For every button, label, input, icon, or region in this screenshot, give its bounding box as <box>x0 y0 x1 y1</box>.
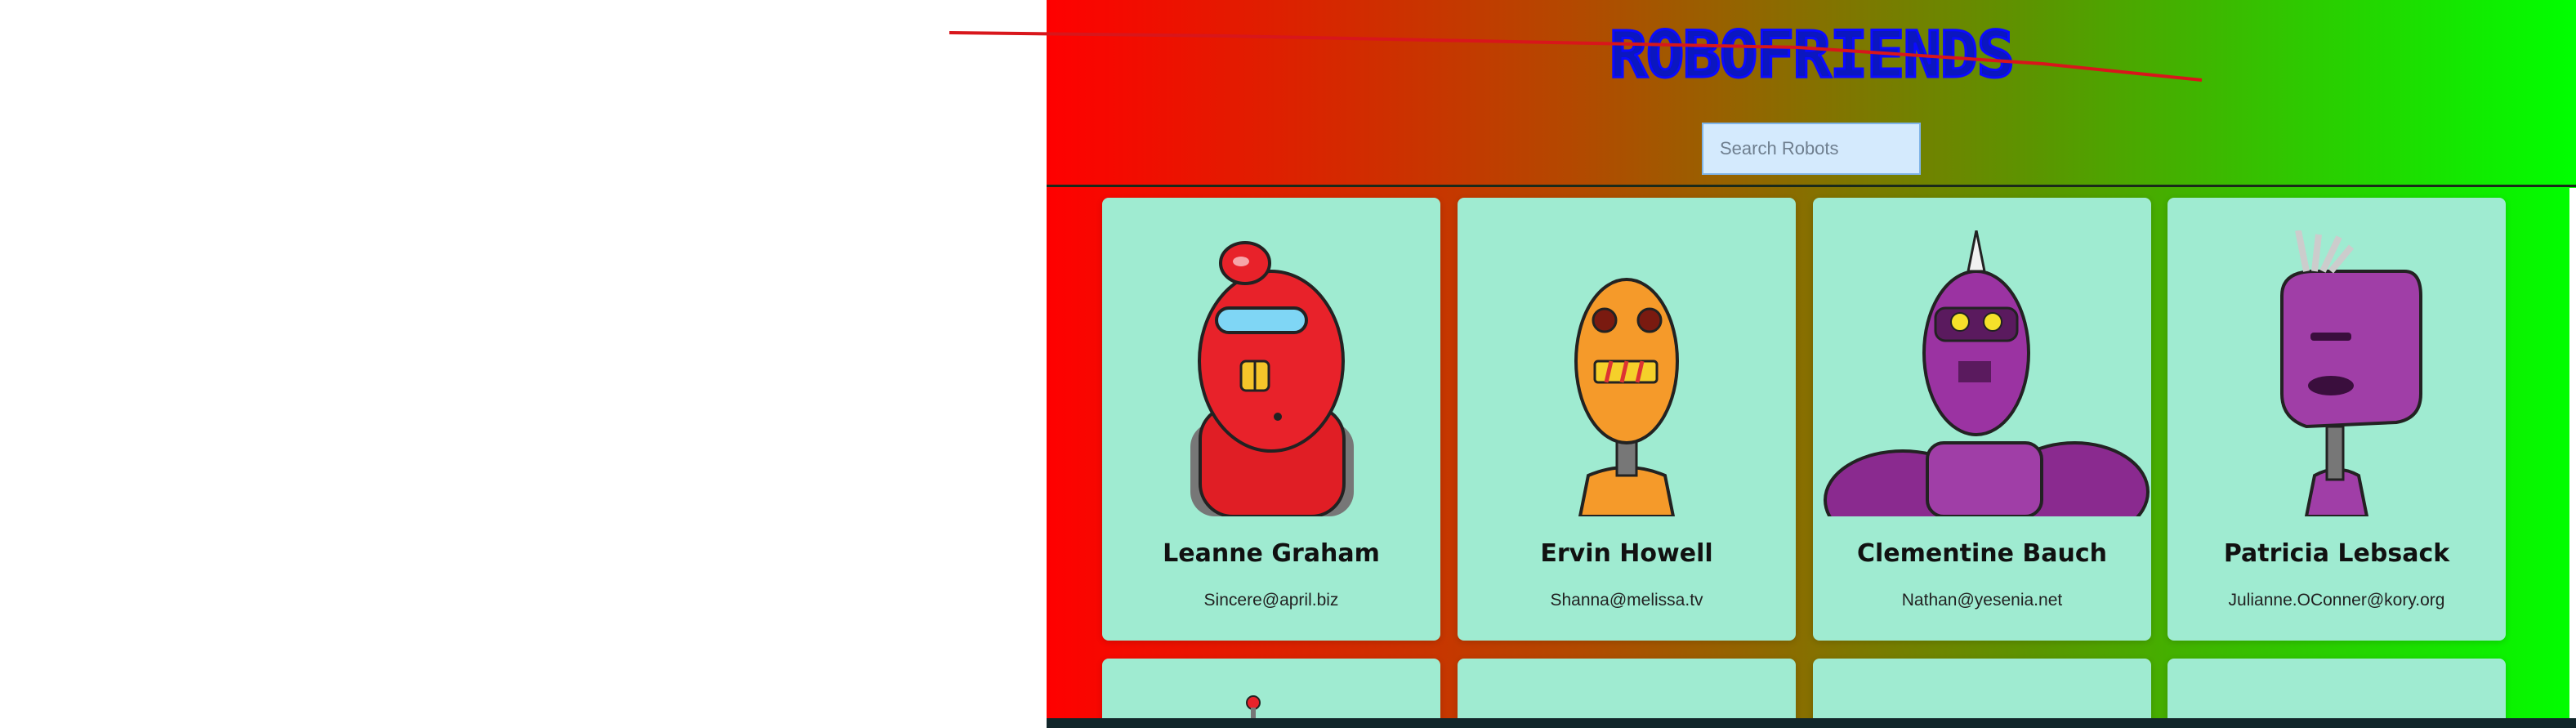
red-annotation-line <box>949 31 2203 82</box>
